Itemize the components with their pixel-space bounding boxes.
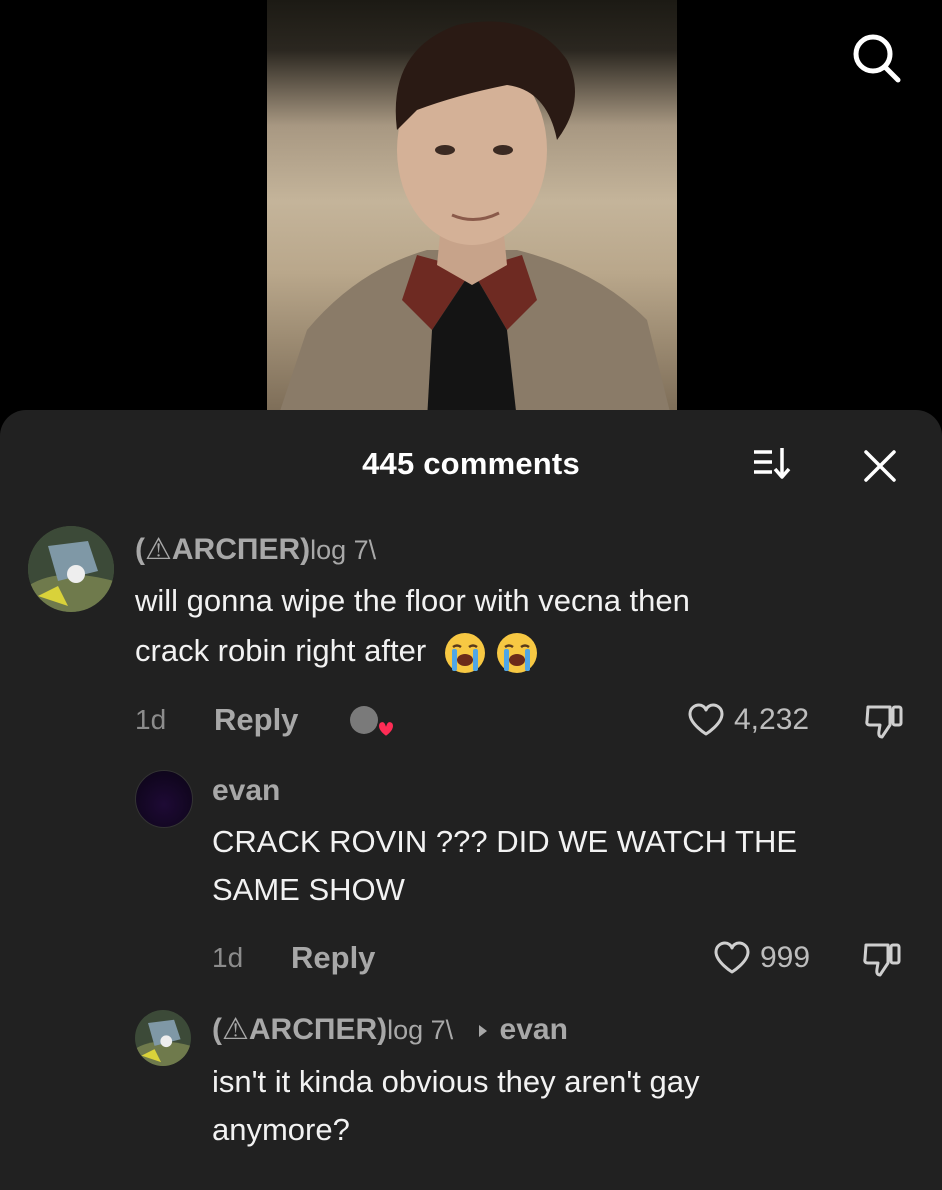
close-icon	[864, 450, 896, 482]
comment-text: will gonna wipe the floor with vecna the…	[135, 576, 690, 676]
comment-text-line: CRACK ROVIN ??? DID WE WATCH THE	[212, 824, 798, 859]
comment-text-line: crack robin right after	[135, 633, 427, 668]
heart-outline-icon	[688, 703, 724, 736]
comment-text-line: isn't it kinda obvious they aren't gay	[212, 1064, 700, 1099]
comment-username[interactable]: evan	[212, 774, 280, 808]
like-button[interactable]: 4,232	[686, 700, 809, 740]
creator-liked-icon	[350, 706, 396, 739]
comment-username[interactable]: (⚠ARCПER)log 7\ evan	[212, 1012, 568, 1047]
comment-time: 1d	[135, 704, 167, 735]
thumbs-down-icon	[863, 943, 901, 977]
dislike-button[interactable]	[860, 939, 904, 984]
person-photo	[277, 21, 672, 420]
search-icon	[853, 34, 901, 83]
sort-button[interactable]	[748, 440, 798, 490]
video-preview[interactable]	[0, 0, 942, 420]
comment-text-line: SAME SHOW	[212, 872, 405, 907]
reply-button[interactable]: Reply	[214, 702, 298, 738]
avatar[interactable]	[28, 526, 114, 612]
username-suffix: log 7\	[387, 1015, 454, 1045]
comment-text-line: will gonna wipe the floor with vecna the…	[135, 583, 690, 618]
comments-count-title: 445 comments	[362, 446, 580, 481]
like-count: 4,232	[734, 703, 810, 736]
close-button[interactable]	[852, 440, 908, 490]
comment-text: isn't it kinda obvious they aren't gay a…	[212, 1058, 699, 1154]
avatar[interactable]	[135, 1010, 191, 1066]
username-text: (⚠ARCПER)	[212, 1013, 388, 1046]
heart-outline-icon	[714, 941, 750, 974]
username-suffix: log 7\	[310, 535, 377, 565]
avatar[interactable]	[135, 770, 193, 828]
loudly-crying-face-emoji-icon	[496, 632, 537, 673]
comment-text: CRACK ROVIN ??? DID WE WATCH THE SAME SH…	[212, 818, 797, 914]
comment-username[interactable]: (⚠ARCПER)log 7\	[135, 532, 376, 567]
avatar-image	[135, 1010, 191, 1066]
like-button[interactable]: 999	[712, 938, 810, 978]
comments-sheet: 445 comments (⚠ARCПER)log 7\ will gonna …	[0, 410, 942, 1190]
dislike-button[interactable]	[862, 701, 906, 746]
like-count: 999	[760, 941, 811, 974]
comment-text-line-with-emoji: crack robin right after	[135, 626, 690, 676]
reply-button[interactable]: Reply	[291, 940, 375, 976]
creator-liked-badge	[348, 702, 398, 742]
search-button[interactable]	[845, 28, 907, 90]
username-text: (⚠ARCПER)	[135, 533, 311, 566]
reply-arrow-icon	[478, 1025, 487, 1038]
reply-to-username[interactable]: evan	[500, 1013, 568, 1046]
loudly-crying-face-emoji-icon	[444, 632, 485, 673]
sort-icon	[754, 448, 791, 479]
video-thumbnail	[267, 0, 677, 420]
thumbs-down-icon	[865, 705, 903, 739]
avatar-image	[28, 526, 114, 612]
comment-time: 1d	[212, 942, 244, 973]
comment-text-line: anymore?	[212, 1112, 350, 1147]
